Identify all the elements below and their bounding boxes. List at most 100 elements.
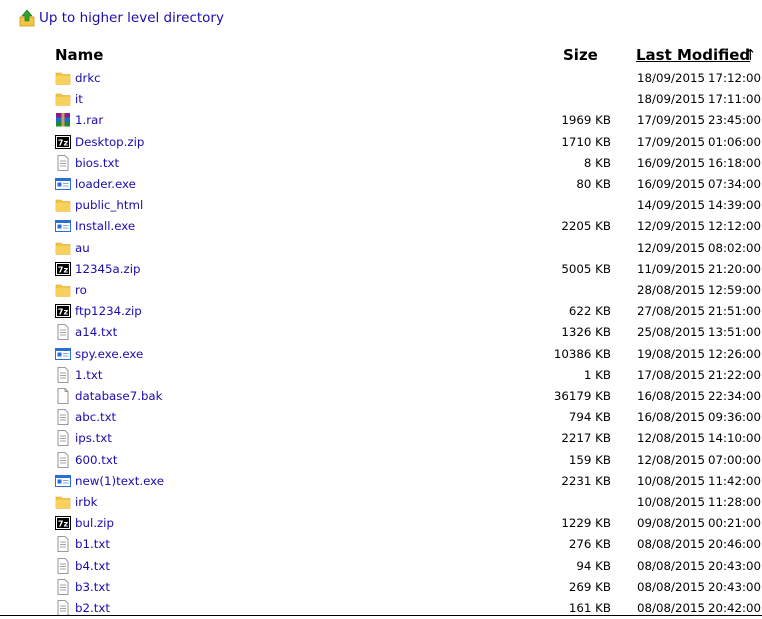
file-name-link[interactable]: irbk — [75, 495, 97, 509]
file-row[interactable]: new(1)text.exe 2231 KB 10/08/2015 11:42:00 — [0, 471, 762, 492]
file-name-link[interactable]: b4.txt — [75, 559, 110, 573]
file-modified-time: 11:28:00 — [708, 495, 761, 509]
file-name-link[interactable]: new(1)text.exe — [75, 474, 164, 488]
file-name-link[interactable]: 600.txt — [75, 453, 118, 467]
file-row[interactable]: it 18/09/2015 17:11:00 — [0, 89, 762, 110]
file-modified-time: 16:18:00 — [708, 155, 761, 170]
file-row[interactable]: b1.txt 276 KB 08/08/2015 20:46:00 — [0, 534, 762, 555]
file-modified-time: 14:10:00 — [708, 431, 761, 446]
text-file-icon — [55, 536, 71, 553]
file-modified-date: 28/08/2015 — [637, 283, 705, 297]
file-row[interactable]: Install.exe 2205 KB 12/09/2015 12:12:00 — [0, 216, 762, 237]
column-last-modified-header[interactable]: Last Modified — [636, 46, 750, 64]
folder-icon — [55, 197, 71, 213]
file-modified-date: 08/08/2015 — [637, 558, 705, 573]
file-name-link[interactable]: 1.txt — [75, 368, 103, 382]
up-directory-label[interactable]: Up to higher level directory — [39, 10, 224, 26]
file-row[interactable]: 7z 12345a.zip 5005 KB 11/09/2015 21:20:00 — [0, 259, 762, 280]
file-size: 161 KB — [568, 601, 611, 615]
file-row[interactable]: drkc 18/09/2015 17:12:00 — [0, 68, 762, 89]
file-row[interactable]: 7z bul.zip 1229 KB 09/08/2015 00:21:00 — [0, 513, 762, 534]
file-name-link[interactable]: spy.exe.exe — [75, 347, 143, 361]
text-file-icon — [55, 451, 71, 468]
file-name-link[interactable]: abc.txt — [75, 410, 116, 424]
file-name-link[interactable]: ftp1234.zip — [75, 304, 142, 318]
file-size: 94 KB — [576, 558, 611, 573]
column-name-header[interactable]: Name — [55, 46, 103, 64]
folder-icon — [55, 494, 71, 510]
file-row[interactable]: loader.exe 80 KB 16/09/2015 07:34:00 — [0, 174, 762, 195]
exe-icon — [55, 218, 71, 234]
file-name-link[interactable]: a14.txt — [75, 325, 117, 339]
file-row[interactable]: 7z ftp1234.zip 622 KB 27/08/2015 21:51:00 — [0, 301, 762, 322]
7z-icon: 7z — [55, 515, 71, 531]
file-row[interactable]: a14.txt 1326 KB 25/08/2015 13:51:00 — [0, 322, 762, 343]
file-name-link[interactable]: loader.exe — [75, 177, 136, 191]
file-modified-date: 08/08/2015 — [637, 579, 705, 594]
file-modified-time: 21:22:00 — [708, 367, 761, 382]
file-size: 1 KB — [583, 367, 611, 382]
folder-icon — [55, 282, 71, 298]
file-row[interactable]: ips.txt 2217 KB 12/08/2015 14:10:00 — [0, 428, 762, 449]
file-modified-date: 12/08/2015 — [637, 431, 705, 446]
file-name-link[interactable]: au — [75, 241, 90, 255]
file-row[interactable]: bios.txt 8 KB 16/09/2015 16:18:00 — [0, 153, 762, 174]
file-size: 794 KB — [568, 410, 611, 425]
file-modified-date: 14/09/2015 — [637, 198, 705, 213]
file-modified-date: 17/09/2015 — [637, 134, 705, 149]
file-row[interactable]: au 12/09/2015 08:02:00 — [0, 238, 762, 259]
file-row[interactable]: b3.txt 269 KB 08/08/2015 20:43:00 — [0, 577, 762, 598]
file-table-header: Name Size Last Modified ↑ — [0, 46, 762, 68]
file-size: 2217 KB — [561, 431, 611, 446]
file-name-link[interactable]: bios.txt — [75, 156, 119, 170]
file-modified-time: 11:42:00 — [708, 473, 761, 488]
file-row[interactable]: abc.txt 794 KB 16/08/2015 09:36:00 — [0, 407, 762, 428]
file-name-link[interactable]: ro — [75, 283, 87, 297]
column-size-header[interactable]: Size — [563, 46, 598, 64]
file-modified-date: 17/09/2015 — [637, 113, 705, 128]
file-name-link[interactable]: b2.txt — [75, 601, 110, 615]
file-row[interactable]: 7z Desktop.zip 1710 KB 17/09/2015 01:06:00 — [0, 132, 762, 153]
file-size: 1326 KB — [561, 325, 611, 340]
up-directory-link[interactable]: Up to higher level directory — [19, 8, 224, 28]
file-row[interactable]: b4.txt 94 KB 08/08/2015 20:43:00 — [0, 556, 762, 577]
file-row[interactable]: 1.rar 1969 KB 17/09/2015 23:45:00 — [0, 110, 762, 131]
file-name-link[interactable]: 12345a.zip — [75, 262, 140, 276]
file-modified-time: 08:02:00 — [708, 240, 761, 255]
file-name-link[interactable]: b1.txt — [75, 537, 110, 551]
file-name-link[interactable]: 1.rar — [75, 113, 103, 127]
file-modified-date: 09/08/2015 — [637, 516, 705, 531]
file-modified-time: 13:51:00 — [708, 325, 761, 340]
text-file-icon — [55, 409, 71, 426]
file-name-link[interactable]: database7.bak — [75, 389, 163, 403]
file-row[interactable]: database7.bak 36179 KB 16/08/2015 22:34:00 — [0, 386, 762, 407]
file-row[interactable]: public_html 14/09/2015 14:39:00 — [0, 195, 762, 216]
file-modified-date: 16/08/2015 — [637, 410, 705, 425]
exe-icon — [55, 473, 71, 489]
text-file-icon — [55, 154, 71, 171]
file-size: 1710 KB — [561, 134, 611, 149]
file-row[interactable]: 1.txt 1 KB 17/08/2015 21:22:00 — [0, 365, 762, 386]
file-size: 5005 KB — [561, 261, 611, 276]
file-name-link[interactable]: b3.txt — [75, 580, 110, 594]
file-modified-date: 12/09/2015 — [637, 219, 705, 234]
text-file-icon — [55, 557, 71, 574]
file-row[interactable]: 600.txt 159 KB 12/08/2015 07:00:00 — [0, 450, 762, 471]
file-name-link[interactable]: drkc — [75, 71, 101, 85]
file-name-link[interactable]: public_html — [75, 198, 143, 212]
file-name-link[interactable]: Install.exe — [75, 219, 135, 233]
file-modified-time: 09:36:00 — [708, 410, 761, 425]
file-name-link[interactable]: Desktop.zip — [75, 135, 144, 149]
file-name-link[interactable]: ips.txt — [75, 431, 112, 445]
file-row[interactable]: spy.exe.exe 10386 KB 19/08/2015 12:26:00 — [0, 344, 762, 365]
file-modified-date: 12/08/2015 — [637, 452, 705, 467]
svg-text:7z: 7z — [58, 138, 69, 147]
file-modified-time: 21:20:00 — [708, 261, 761, 276]
file-size: 276 KB — [568, 537, 611, 552]
file-row[interactable]: ro 28/08/2015 12:59:00 — [0, 280, 762, 301]
file-row[interactable]: irbk 10/08/2015 11:28:00 — [0, 492, 762, 513]
svg-text:7z: 7z — [58, 265, 69, 274]
file-modified-date: 11/09/2015 — [637, 261, 705, 276]
file-name-link[interactable]: bul.zip — [75, 516, 114, 530]
file-name-link[interactable]: it — [75, 92, 83, 106]
